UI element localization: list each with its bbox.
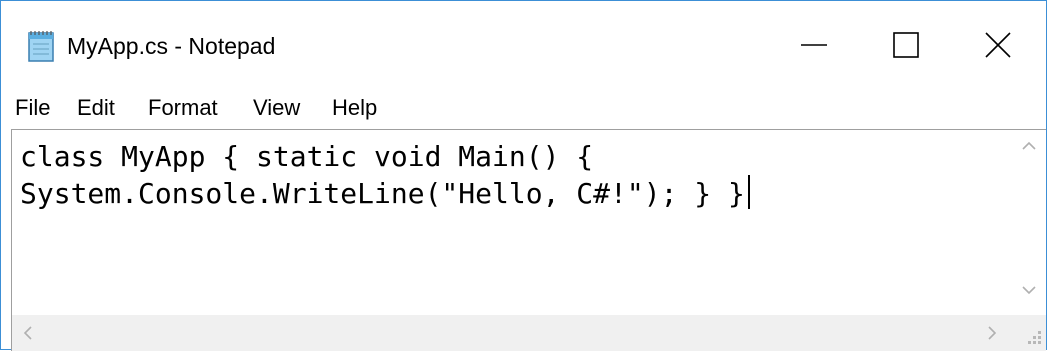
editor-text-area[interactable]: class MyApp { static void Main() { Syste… [20, 138, 980, 308]
editor-line-1: class MyApp { static void Main() { [20, 140, 594, 173]
maximize-icon [893, 32, 919, 58]
chevron-left-icon [23, 326, 32, 340]
menu-bar: File Edit Format View Help [1, 89, 1046, 129]
window-title: MyApp.cs - Notepad [67, 33, 276, 59]
text-editor[interactable]: class MyApp { static void Main() { Syste… [11, 129, 1046, 351]
chevron-down-icon [1022, 286, 1036, 295]
notepad-icon[interactable] [27, 29, 57, 63]
text-caret [747, 175, 750, 209]
menu-view[interactable]: View [253, 93, 300, 123]
menu-format[interactable]: Format [148, 93, 218, 123]
minimize-button[interactable] [768, 1, 860, 89]
scroll-down-arrow[interactable] [1019, 280, 1039, 300]
horizontal-scrollbar[interactable] [12, 315, 1012, 351]
menu-file[interactable]: File [15, 93, 50, 123]
title-bar[interactable]: MyApp.cs - Notepad [1, 1, 1046, 89]
menu-edit[interactable]: Edit [77, 93, 115, 123]
scroll-right-arrow[interactable] [982, 323, 1002, 343]
menu-help[interactable]: Help [332, 93, 377, 123]
notepad-window: MyApp.cs - Notepad File Edit Format View… [0, 0, 1047, 351]
vertical-scrollbar[interactable] [1012, 130, 1046, 308]
size-grip[interactable] [1012, 315, 1046, 351]
chevron-right-icon [988, 326, 997, 340]
scroll-up-arrow[interactable] [1019, 136, 1039, 156]
close-icon [985, 32, 1011, 58]
maximize-button[interactable] [860, 1, 952, 89]
minimize-icon [801, 44, 827, 46]
resize-grip-icon [1028, 331, 1041, 344]
editor-line-2: System.Console.WriteLine("Hello, C#!"); … [20, 177, 745, 210]
close-button[interactable] [952, 1, 1044, 89]
scroll-left-arrow[interactable] [18, 323, 38, 343]
chevron-up-icon [1022, 141, 1036, 150]
